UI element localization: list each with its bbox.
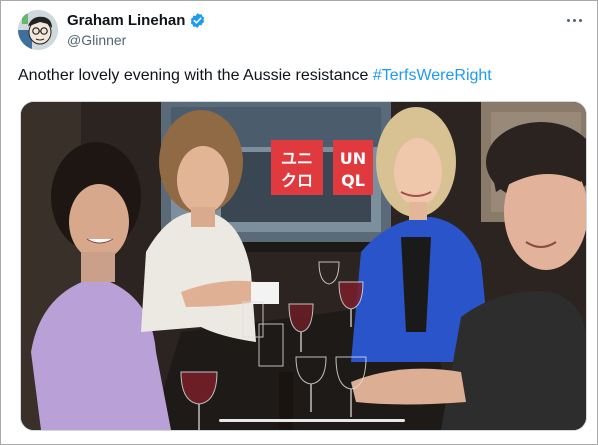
tweet-body: Another lovely evening with the Aussie r… <box>18 67 373 84</box>
verified-badge-icon <box>189 12 206 29</box>
store-sign-left-line1: ユニ <box>281 149 313 168</box>
group-photo: ユニ クロ UN QL <box>21 102 586 430</box>
tweet-card[interactable]: Graham Linehan @Glinner Another lovely e… <box>0 0 598 445</box>
media-scrub-bar[interactable] <box>219 419 405 422</box>
tweet-photo[interactable]: ユニ クロ UN QL <box>20 101 587 431</box>
store-sign-left-line2: クロ <box>281 171 313 190</box>
author-name-row[interactable]: Graham Linehan <box>67 12 206 29</box>
store-sign-right-line2: QL <box>341 171 365 190</box>
hashtag-link[interactable]: #TerfsWereRight <box>373 67 492 84</box>
author-handle[interactable]: @Glinner <box>67 32 126 48</box>
cartoon-avatar-icon <box>18 10 58 50</box>
avatar[interactable] <box>18 10 58 50</box>
store-sign-right-line1: UN <box>340 149 366 168</box>
author-name[interactable]: Graham Linehan <box>67 12 185 29</box>
more-options-icon[interactable] <box>563 11 585 29</box>
tweet-text: Another lovely evening with the Aussie r… <box>18 67 578 85</box>
